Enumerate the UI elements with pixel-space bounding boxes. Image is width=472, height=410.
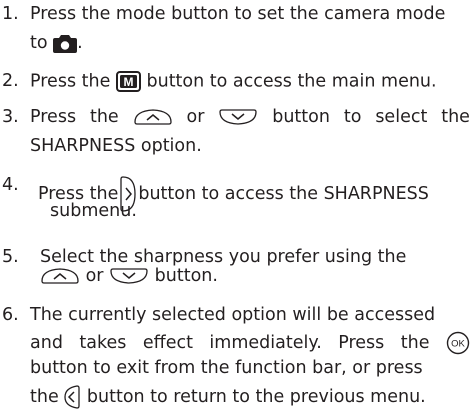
step-text: Press the mode button to set the camera … — [30, 4, 446, 24]
step-text-part: Press the — [30, 71, 111, 92]
left-button-icon — [64, 385, 81, 409]
step-number: 4. — [2, 175, 19, 195]
step-number: 6. — [2, 305, 19, 325]
instruction-page: { "steps": [ { "num": "1.", "l1": "Press… — [0, 0, 472, 410]
step-text-2: to . — [30, 33, 83, 53]
step-number: 3. — [2, 107, 19, 127]
step-text-part: Press the — [30, 107, 119, 127]
step-text: The currently selected option will be ac… — [30, 305, 436, 325]
step-text: Press the or button to select the — [30, 107, 470, 127]
step-number: 2. — [2, 71, 19, 91]
up-button-icon — [133, 108, 173, 126]
ok-button-icon: OK — [446, 331, 470, 355]
step-text-3: button to exit from the function bar, or… — [30, 358, 423, 378]
step-text: Press the M button to access the main me… — [30, 71, 437, 92]
step-text-2: or button. — [40, 266, 218, 286]
step-text: Select the sharpness you prefer using th… — [40, 247, 407, 267]
menu-glyph: M — [123, 75, 133, 89]
down-button-icon — [109, 267, 149, 285]
step-text-part: button to select the — [272, 107, 470, 127]
step-text-part: to — [30, 33, 48, 53]
step-text-part: . — [77, 33, 83, 53]
step-text-2: and takes effect immediately. Press the … — [30, 331, 470, 355]
menu-m-icon: M — [115, 71, 141, 92]
ok-glyph: OK — [451, 339, 465, 350]
step-text-part: or — [85, 266, 104, 286]
step-text-part: button to access the main menu. — [146, 71, 437, 92]
step-text-part: button to return to the previous menu. — [86, 387, 426, 407]
camera-icon — [53, 34, 78, 53]
step-text-part: or — [186, 107, 205, 127]
step-text-4: the button to return to the previous men… — [30, 385, 426, 409]
step-number: 1. — [2, 4, 19, 24]
step-number: 5. — [2, 247, 19, 267]
down-button-icon — [218, 108, 258, 126]
step-text-part: the — [30, 387, 59, 407]
step-text-part: button to access the SHARPNESS — [138, 184, 429, 204]
step-text-part: and takes effect immediately. Press the — [30, 333, 430, 353]
up-button-icon — [40, 267, 80, 285]
step-text-part: button. — [154, 266, 218, 286]
step-text-2: submenu. — [50, 201, 137, 221]
step-text-2: SHARPNESS option. — [30, 136, 202, 156]
